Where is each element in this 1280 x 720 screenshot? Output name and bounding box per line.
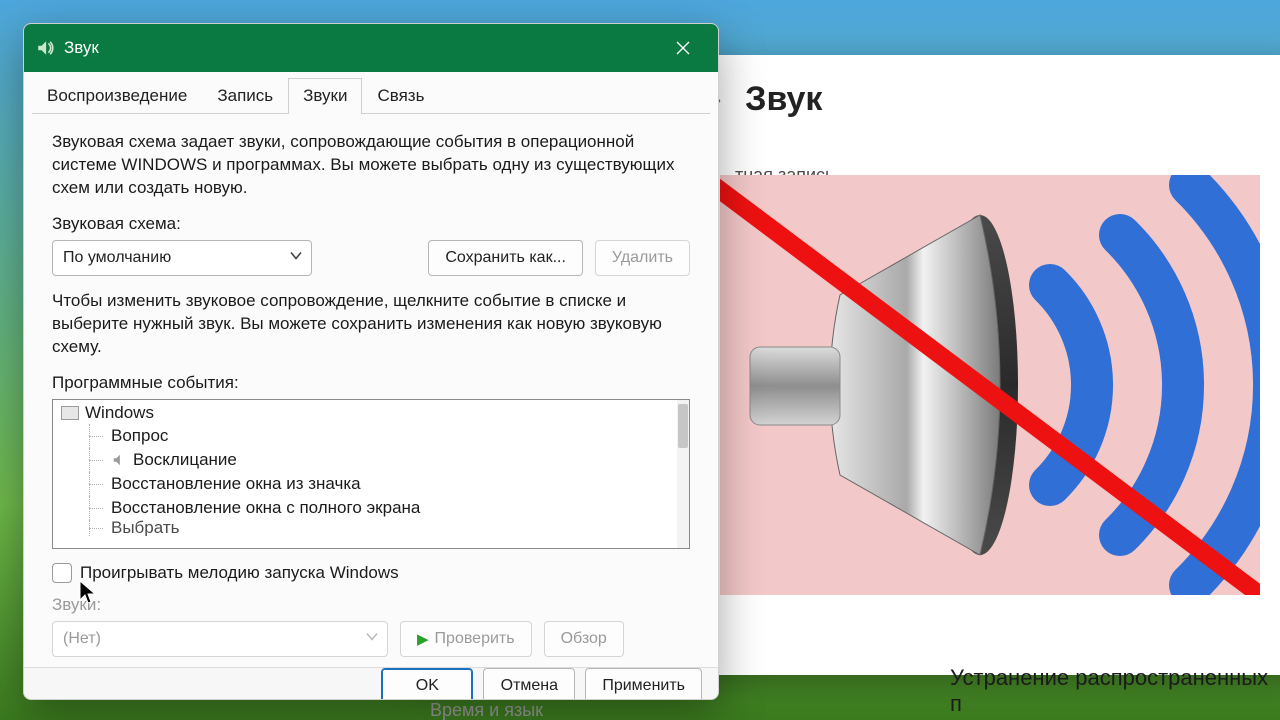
windows-icon (61, 406, 79, 420)
speaker-icon (111, 453, 127, 467)
cancel-button[interactable]: Отмена (483, 668, 575, 700)
scheme-combobox[interactable]: По умолчанию (52, 240, 312, 276)
event-item[interactable]: Вопрос (81, 424, 677, 448)
events-label: Программные события: (52, 373, 690, 393)
event-item[interactable]: Выбрать (81, 520, 677, 536)
tab-communications[interactable]: Связь (362, 78, 439, 114)
events-group-label: Windows (85, 403, 154, 423)
sound-dialog: Звук Воспроизведение Запись Звуки Связь … (23, 23, 719, 700)
tabs: Воспроизведение Запись Звуки Связь (24, 78, 718, 115)
apply-button[interactable]: Применить (585, 668, 702, 700)
tab-panel-sounds: Звуковая схема задает звуки, сопровождаю… (24, 115, 718, 667)
tab-playback[interactable]: Воспроизведение (32, 78, 202, 114)
sidebar-item-time-language[interactable]: Время и язык (430, 700, 543, 720)
chevron-down-icon (365, 629, 379, 648)
startup-sound-row: Проигрывать мелодию запуска Windows (52, 563, 690, 583)
breadcrumb-current: Звук (745, 80, 822, 118)
sounds-value: (Нет) (63, 630, 101, 648)
delete-button: Удалить (595, 240, 690, 276)
event-item[interactable]: Восстановление окна с полного экрана (81, 496, 677, 520)
event-item[interactable]: Восстановление окна из значка (81, 472, 677, 496)
events-scrollbar[interactable] (677, 400, 689, 548)
event-item[interactable]: Восклицание (81, 448, 677, 472)
events-description: Чтобы изменить звуковое сопровождение, щ… (52, 290, 690, 359)
test-button: ▶ Проверить (400, 621, 532, 657)
dialog-footer: OK Отмена Применить (24, 667, 718, 700)
save-as-button[interactable]: Сохранить как... (428, 240, 583, 276)
troubleshoot-link[interactable]: Устранение распространенных п (950, 665, 1280, 717)
scheme-value: По умолчанию (63, 249, 171, 267)
events-listbox[interactable]: Windows Вопрос Восклицание (52, 399, 690, 549)
close-button[interactable] (660, 24, 706, 72)
scrollbar-thumb[interactable] (678, 404, 688, 448)
tab-sounds[interactable]: Звуки (288, 78, 362, 114)
events-group-windows[interactable]: Windows (57, 402, 677, 424)
scheme-description: Звуковая схема задает звуки, сопровождаю… (52, 131, 690, 200)
startup-sound-label[interactable]: Проигрывать мелодию запуска Windows (80, 563, 399, 583)
sound-icon (36, 39, 54, 57)
ok-button[interactable]: OK (381, 668, 473, 700)
play-icon: ▶ (417, 630, 429, 648)
tab-recording[interactable]: Запись (202, 78, 288, 114)
browse-button: Обзор (544, 621, 624, 657)
chevron-down-icon (289, 248, 303, 267)
speaker-muted-illustration (720, 175, 1260, 595)
dialog-title: Звук (64, 38, 660, 58)
startup-sound-checkbox[interactable] (52, 563, 72, 583)
sounds-combobox: (Нет) (52, 621, 388, 657)
scheme-label: Звуковая схема: (52, 214, 690, 234)
titlebar[interactable]: Звук (24, 24, 718, 72)
sounds-label: Звуки: (52, 595, 690, 615)
